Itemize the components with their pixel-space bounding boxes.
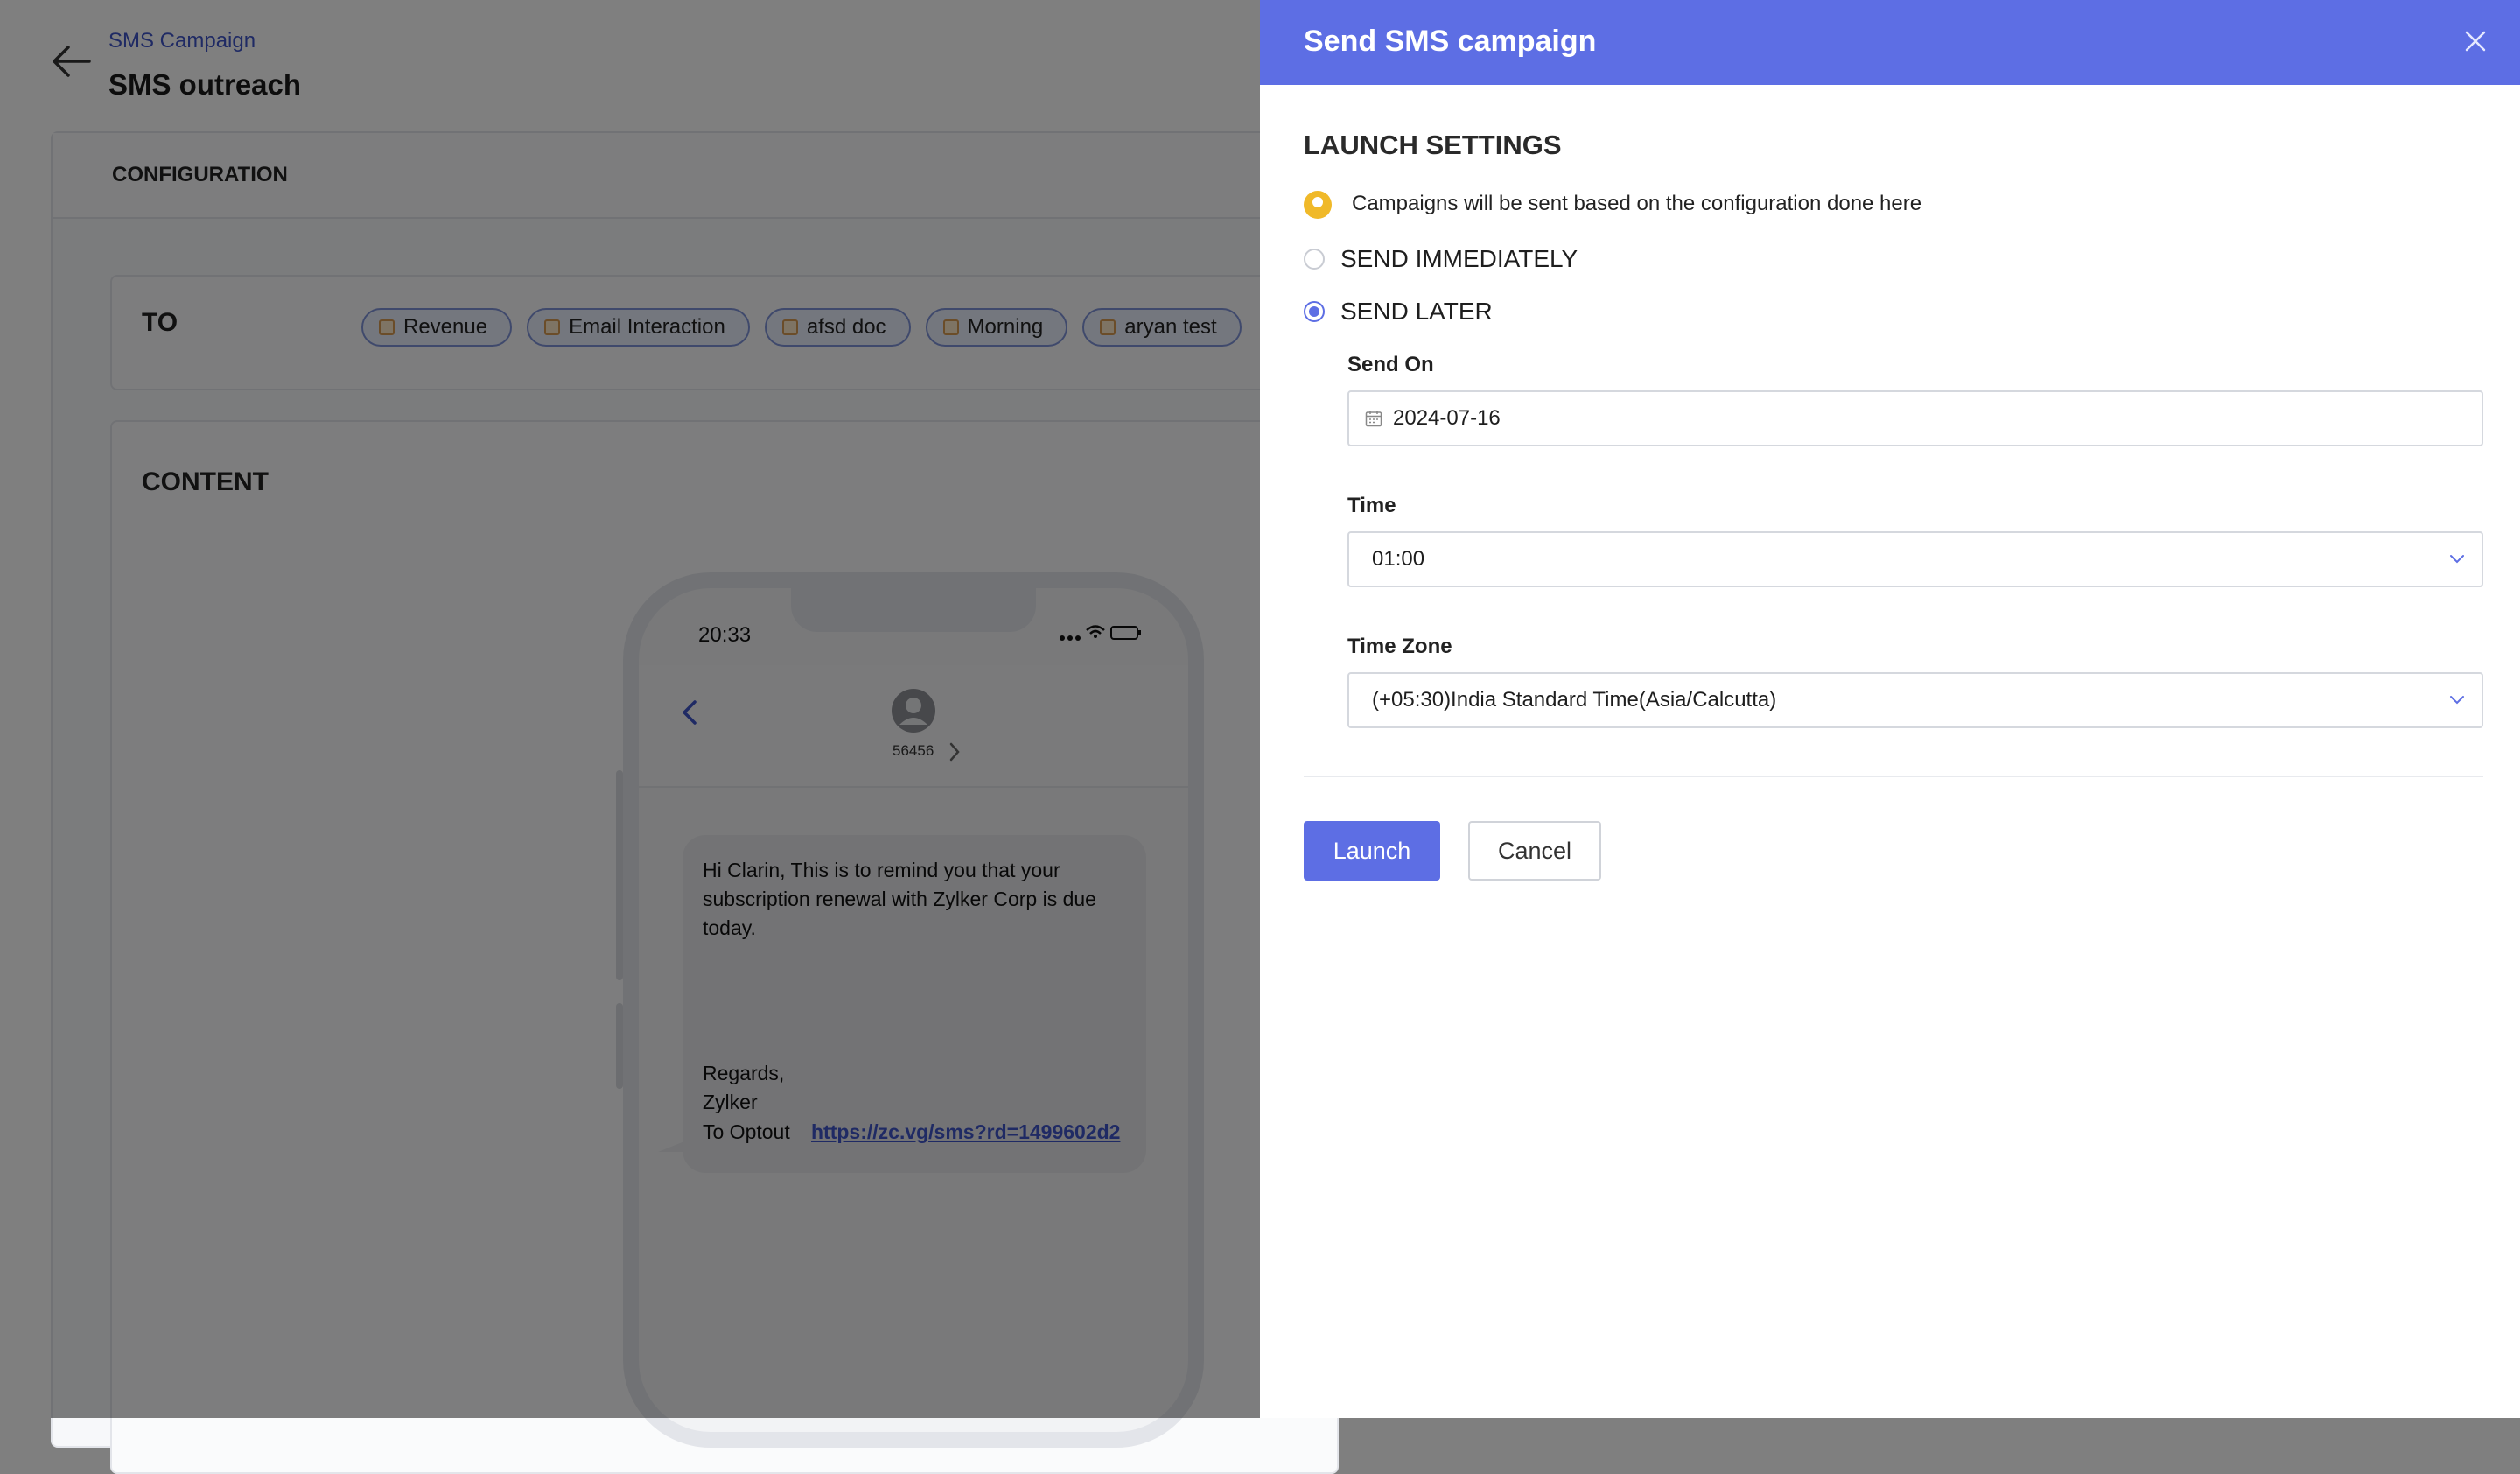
info-bulb-icon	[1304, 191, 1332, 219]
panel-header: Send SMS campaign	[1260, 0, 2520, 85]
close-icon[interactable]	[2462, 28, 2488, 54]
time-label: Time	[1348, 494, 1396, 517]
panel-title: Send SMS campaign	[1304, 25, 1597, 58]
info-text: Campaigns will be sent based on the conf…	[1352, 192, 1922, 215]
send-on-label: Send On	[1348, 353, 1434, 376]
chevron-down-icon	[2450, 696, 2464, 705]
cancel-button[interactable]: Cancel	[1468, 821, 1601, 881]
launch-button[interactable]: Launch	[1304, 821, 1440, 881]
divider	[1304, 776, 2483, 777]
time-zone-select[interactable]: (+05:30)India Standard Time(Asia/Calcutt…	[1348, 672, 2483, 728]
time-select[interactable]: 01:00	[1348, 531, 2483, 587]
send-immediately-label: SEND IMMEDIATELY	[1340, 245, 1578, 272]
chevron-down-icon	[2450, 555, 2464, 564]
send-immediately-option[interactable]: SEND IMMEDIATELY	[1304, 245, 1578, 273]
send-on-value: 2024-07-16	[1393, 406, 1501, 430]
send-immediately-radio[interactable]	[1304, 249, 1325, 270]
send-later-radio[interactable]	[1304, 301, 1325, 322]
calendar-icon	[1365, 411, 1382, 427]
time-value: 01:00	[1372, 547, 1425, 571]
send-sms-campaign-panel: Send SMS campaign LAUNCH SETTINGS Campai…	[1260, 0, 2520, 1418]
time-zone-label: Time Zone	[1348, 635, 1452, 658]
send-later-option[interactable]: SEND LATER	[1304, 298, 1493, 326]
modal-overlay[interactable]	[0, 0, 1260, 1418]
send-on-date-field[interactable]: 2024-07-16	[1348, 390, 2483, 446]
time-zone-value: (+05:30)India Standard Time(Asia/Calcutt…	[1372, 688, 1777, 712]
launch-settings-title: LAUNCH SETTINGS	[1304, 130, 1562, 160]
send-later-label: SEND LATER	[1340, 298, 1493, 325]
